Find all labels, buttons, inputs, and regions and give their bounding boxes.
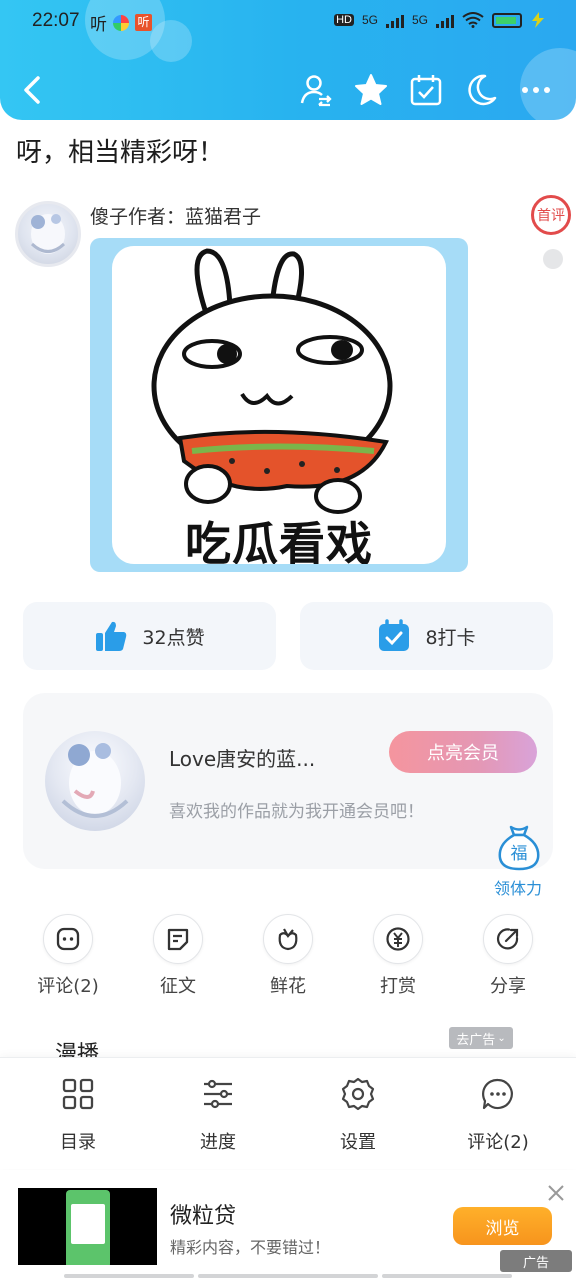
sticker-image[interactable]: 吃瓜看戏	[90, 238, 468, 572]
status-system-icons: HD 5G 5G	[334, 12, 546, 28]
ad-progress-segment	[64, 1274, 194, 1278]
commenter-avatar[interactable]	[15, 201, 81, 267]
progress-icon	[204, 1079, 232, 1109]
tool-share[interactable]: 分享	[473, 914, 543, 998]
comment-author[interactable]: 傻子作者：蓝猫君子	[90, 202, 261, 229]
calendar-check-icon[interactable]	[408, 72, 444, 108]
like-button[interactable]: 32点赞	[23, 602, 276, 670]
thumbs-up-icon	[96, 621, 127, 651]
ad-source-label: 广告	[500, 1250, 572, 1272]
bottom-settings-label: 设置	[340, 1132, 376, 1153]
like-count: 32点赞	[142, 626, 205, 649]
fu-char: 福	[511, 844, 528, 864]
app-color-icon	[113, 14, 129, 31]
remove-ad-label: 去广告	[456, 1032, 496, 1048]
moon-icon[interactable]	[463, 72, 499, 108]
tool-comment[interactable]: 评论(2)	[33, 914, 103, 998]
ad-progress-segment	[382, 1274, 512, 1278]
ad-subtitle: 精彩内容，不要错过！	[170, 1238, 331, 1257]
bottom-settings[interactable]: 设置	[308, 1076, 408, 1154]
tool-essay-label: 征文	[160, 976, 196, 997]
ad-progress-segment	[198, 1274, 378, 1278]
ad-banner[interactable]: 微粒贷 精彩内容，不要错过！ 浏览 广告	[0, 1170, 576, 1280]
app-badge-icon: 听	[135, 14, 152, 31]
sticker-caption: 吃瓜看戏	[185, 517, 373, 564]
activate-vip-button[interactable]: 点亮会员	[389, 731, 537, 773]
member-card: Love唐安的蓝... 喜欢我的作品就为我开通会员吧！ 点亮会员	[23, 693, 553, 869]
tool-flower-circle	[263, 914, 313, 964]
tool-essay-circle	[153, 914, 203, 964]
bottom-progress[interactable]: 进度	[168, 1076, 268, 1154]
ad-browse-button[interactable]: 浏览	[453, 1207, 552, 1245]
tool-share-circle	[483, 914, 533, 964]
checkin-count: 8打卡	[425, 626, 476, 649]
signal-bars-icon	[385, 12, 404, 28]
bottom-catalog-label: 目录	[60, 1132, 96, 1153]
tool-reward-circle	[373, 914, 423, 964]
more-icon[interactable]	[518, 72, 554, 108]
tool-share-label: 分享	[490, 976, 526, 997]
comment-icon	[56, 927, 80, 951]
bottom-comments[interactable]: 评论(2)	[448, 1076, 548, 1154]
bottom-toolbar: 目录 进度 设置 评论(2)	[0, 1057, 576, 1169]
chevron-down-icon: ⌄	[497, 1032, 506, 1044]
ad-label-text: 广告	[522, 1255, 549, 1271]
tool-flower-label: 鲜花	[270, 976, 306, 997]
tool-reward-label: 打赏	[380, 976, 416, 997]
tool-flower[interactable]: 鲜花	[253, 914, 323, 998]
ad-phone-graphic	[66, 1190, 110, 1265]
bottom-progress-label: 进度	[200, 1132, 236, 1153]
author-name[interactable]: Love唐安的蓝...	[169, 743, 315, 772]
bottom-comments-label: 评论(2)	[467, 1132, 529, 1153]
settings-icon	[341, 1077, 375, 1111]
reader-page: 22:07 听 听 HD 5G 5G 呀，相当精彩呀！ 傻子作者：蓝猫君子 首评…	[0, 0, 576, 1280]
avatar-illustration	[30, 214, 66, 254]
manbo-section-title: 漫播	[55, 1042, 100, 1058]
remove-ad-button[interactable]: 去广告 ⌄	[449, 1027, 513, 1049]
tool-reward[interactable]: 打赏	[363, 914, 433, 998]
first-comment-badge: 首评	[531, 195, 571, 235]
charging-icon	[532, 12, 544, 28]
signal-5g-label: 5G	[361, 13, 378, 27]
ad-title[interactable]: 微粒贷	[170, 1198, 236, 1230]
tool-essay[interactable]: 征文	[143, 914, 213, 998]
share-icon	[496, 928, 519, 950]
back-icon[interactable]	[18, 72, 48, 108]
status-dot	[543, 249, 563, 269]
tool-comment-circle	[43, 914, 93, 964]
nav-row	[0, 70, 576, 110]
comment-bubble-icon	[482, 1078, 513, 1110]
flower-icon	[278, 928, 298, 951]
claim-stamina-label[interactable]: 领体力	[494, 875, 542, 899]
tool-comment-label: 评论(2)	[37, 976, 99, 997]
ad-thumbnail[interactable]	[18, 1188, 157, 1265]
star-icon[interactable]	[353, 72, 389, 108]
sticker-frame: 吃瓜看戏	[112, 246, 446, 564]
chapter-text: 呀，相当精彩呀！	[16, 138, 225, 168]
checkin-button[interactable]: 8打卡	[300, 602, 553, 670]
status-notification-icons: 听 听	[90, 10, 152, 35]
author-avatar[interactable]	[45, 731, 145, 831]
reward-icon	[386, 927, 410, 951]
top-header: 22:07 听 听 HD 5G 5G	[0, 0, 576, 120]
user-switch-icon[interactable]	[298, 72, 334, 108]
signal-5g-label-2: 5G	[411, 13, 428, 27]
catalog-icon	[62, 1078, 94, 1110]
lucky-bag-icon[interactable]: 福	[494, 822, 544, 872]
signal-bars-icon-2	[436, 12, 454, 28]
checkin-calendar-icon	[379, 619, 410, 651]
listen-label: 听	[90, 15, 107, 35]
decor-bubble	[150, 20, 192, 62]
author-avatar-illustration	[61, 743, 129, 818]
close-icon[interactable]	[545, 1182, 567, 1204]
essay-icon	[167, 928, 189, 951]
bottom-catalog[interactable]: 目录	[28, 1076, 128, 1154]
wifi-icon	[462, 12, 484, 28]
hd-indicator: HD	[334, 14, 354, 26]
status-time: 22:07	[32, 10, 80, 31]
battery-icon	[492, 12, 522, 28]
member-description: 喜欢我的作品就为我开通会员吧！	[169, 802, 424, 822]
